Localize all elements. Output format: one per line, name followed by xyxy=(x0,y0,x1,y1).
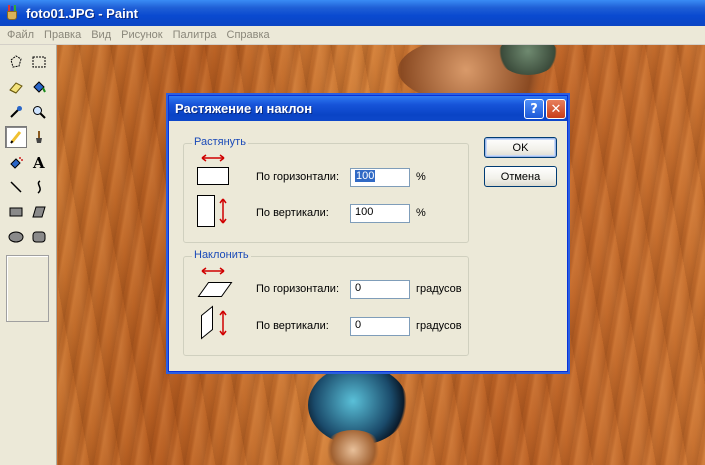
eraser-icon[interactable] xyxy=(5,76,27,98)
window-titlebar[interactable]: foto01.JPG - Paint xyxy=(0,0,705,26)
skew-vertical-input[interactable]: 0 xyxy=(350,317,410,336)
stretch-horizontal-input[interactable]: 100 xyxy=(350,168,410,187)
stretch-vertical-label: По вертикали: xyxy=(256,207,329,219)
curve-icon[interactable] xyxy=(28,176,50,198)
menu-file[interactable]: Файл xyxy=(2,29,39,41)
rounded-rect-icon[interactable] xyxy=(28,226,50,248)
magnifier-icon[interactable] xyxy=(28,101,50,123)
help-icon: ? xyxy=(530,101,538,117)
skew-vertical-unit: градусов xyxy=(416,320,462,332)
skew-horizontal-icon xyxy=(197,267,233,297)
skew-horizontal-unit: градусов xyxy=(416,283,462,295)
stretch-horizontal-unit: % xyxy=(416,171,426,183)
skew-group: Наклонить По горизонтали: 0 градусов По … xyxy=(183,249,469,356)
dialog-titlebar[interactable]: Растяжение и наклон ? ✕ xyxy=(169,96,567,121)
svg-text:A: A xyxy=(32,154,45,170)
toolbox: A xyxy=(0,45,57,465)
tool-options-panel[interactable] xyxy=(6,255,49,322)
text-icon[interactable]: A xyxy=(28,151,50,173)
stretch-group-label: Растянуть xyxy=(192,136,248,148)
fill-icon[interactable] xyxy=(28,76,50,98)
window-title: foto01.JPG - Paint xyxy=(26,5,138,21)
close-icon: ✕ xyxy=(550,101,562,117)
skew-group-label: Наклонить xyxy=(192,249,251,261)
menu-palette[interactable]: Палитра xyxy=(168,29,222,41)
stretch-vertical-input[interactable]: 100 xyxy=(350,204,410,223)
copper-coil-bottom xyxy=(323,430,383,465)
rect-select-icon[interactable] xyxy=(28,51,50,73)
skew-horizontal-label: По горизонтали: xyxy=(256,283,339,295)
menu-bar: Файл Правка Вид Рисунок Палитра Справка xyxy=(0,26,705,45)
color-picker-icon[interactable] xyxy=(5,101,27,123)
ellipse-icon[interactable] xyxy=(5,226,27,248)
menu-image[interactable]: Рисунок xyxy=(116,29,168,41)
pencil-icon[interactable] xyxy=(5,126,27,148)
stretch-skew-dialog: Растяжение и наклон ? ✕ Растянуть По гор… xyxy=(168,95,568,372)
polygon-icon[interactable] xyxy=(28,201,50,223)
skew-vertical-icon xyxy=(201,305,227,340)
brush-icon[interactable] xyxy=(28,126,50,148)
free-select-icon[interactable] xyxy=(5,51,27,73)
skew-horizontal-input[interactable]: 0 xyxy=(350,280,410,299)
menu-edit[interactable]: Правка xyxy=(39,29,86,41)
dialog-title: Растяжение и наклон xyxy=(175,101,313,116)
stretch-horizontal-label: По горизонтали: xyxy=(256,171,339,183)
airbrush-icon[interactable] xyxy=(5,151,27,173)
skew-vertical-label: По вертикали: xyxy=(256,320,329,332)
menu-view[interactable]: Вид xyxy=(86,29,116,41)
ok-button[interactable]: OK xyxy=(484,137,557,158)
stretch-group: Растянуть По горизонтали: 100 % По верти… xyxy=(183,136,469,243)
close-button[interactable]: ✕ xyxy=(546,99,566,119)
stretch-horizontal-icon xyxy=(197,154,229,185)
cancel-button[interactable]: Отмена xyxy=(484,166,557,187)
rectangle-icon[interactable] xyxy=(5,201,27,223)
line-icon[interactable] xyxy=(5,176,27,198)
help-button[interactable]: ? xyxy=(524,99,544,119)
stretch-vertical-unit: % xyxy=(416,207,426,219)
paint-app-icon[interactable] xyxy=(4,5,20,21)
menu-help[interactable]: Справка xyxy=(222,29,275,41)
stretch-vertical-icon xyxy=(197,195,227,227)
